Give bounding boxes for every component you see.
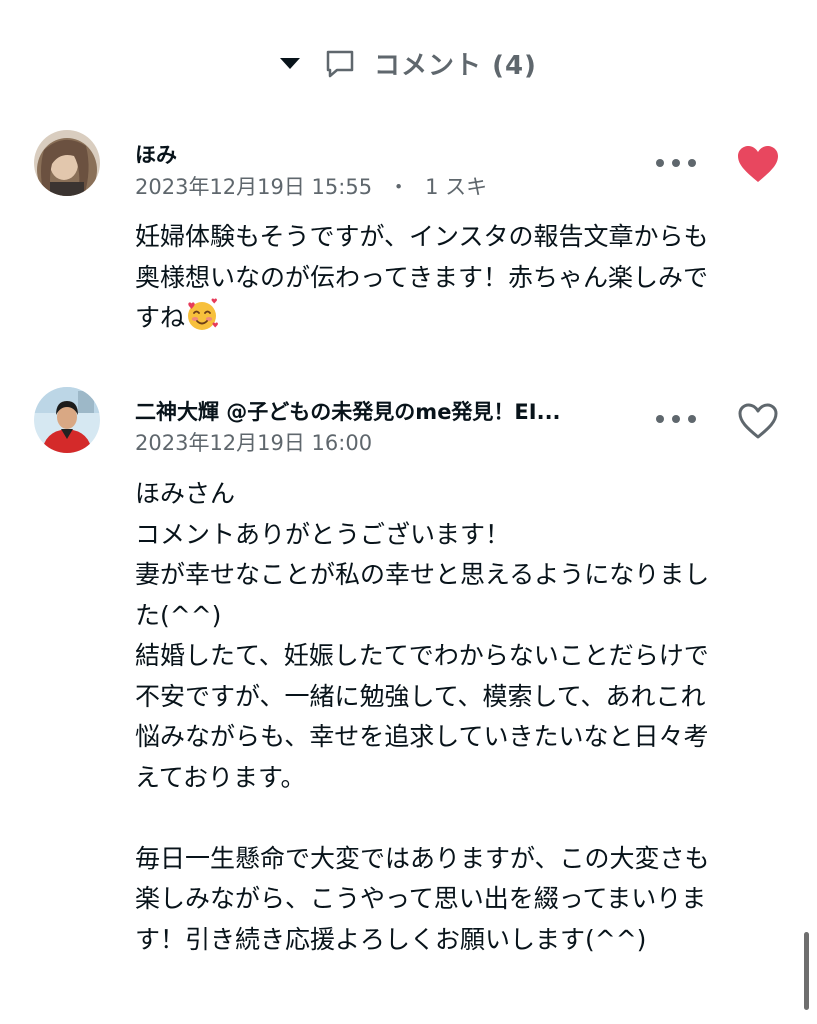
comment-line: た(^^) [135,600,222,630]
comment-line: 奥様想いなのが伝わってきます！赤ちゃん楽しみで [135,262,709,292]
comment-meta: 2023年12月19日 15:55 ・ 1 スキ [135,171,487,201]
comment-line-text: すね [135,303,186,332]
more-dots-icon [672,159,680,167]
comment-blank-line [135,798,775,839]
comment-body: ほみさん コメントありがとうございます！ 妻が幸せなことが私の幸せと思えるように… [135,474,775,960]
meta-separator: ・ [388,175,410,199]
emoji-smiling-hearts-icon [185,298,219,332]
comment-line: すね [135,298,775,339]
comment-line: す！引き続き応援よろしくお願いします(^^) [135,924,647,954]
comment-line: 毎日一生懸命で大変ではありますが、この大変さも [135,843,710,873]
comment-line: 妊婦体験もそうですが、インスタの報告文章からも [135,222,709,251]
comment-body: 妊婦体験もそうですが、インスタの報告文章からも 奥様想いなのが伝わってきます！赤… [135,217,775,339]
comment-line: えております。 [135,762,306,792]
comment-line: 悩みながらも、幸せを追求していきたいなと日々考 [135,722,709,751]
avatar[interactable] [34,387,100,453]
scrollbar[interactable] [804,932,809,1010]
like-count[interactable]: 1 スキ [425,175,487,199]
comments-title: コメント (4) [374,50,537,81]
comment-timestamp: 2023年12月19日 16:00 [135,431,373,455]
comment-line: コメントありがとうございます！ [135,519,511,549]
more-options-button[interactable] [656,153,696,173]
comments-header: コメント (4) [0,40,817,86]
more-dots-icon [656,415,664,423]
comment-line: 楽しみながら、こうやって思い出を綴ってまいりま [135,884,707,913]
more-dots-icon [688,159,696,167]
comment-timestamp: 2023年12月19日 15:55 [135,175,373,199]
like-button[interactable] [736,144,780,184]
comment-username[interactable]: 二神大輝 @子どもの未発見のme発見！EI... [135,396,561,426]
heart-outline-icon [738,403,778,439]
comment-bubble-icon [324,47,356,79]
more-dots-icon [656,159,664,167]
avatar[interactable] [34,130,100,196]
comment-line: 妻が幸せなことが私の幸せと思えるようになりまし [135,560,710,589]
comment-line: 結婚したて、妊娠したてでわからないことだらけで [135,641,709,670]
more-dots-icon [672,415,680,423]
comment-line: 不安ですが、一緒に勉強して、模索して、あれこれ [135,681,706,711]
more-dots-icon [688,415,696,423]
like-button[interactable] [736,401,780,441]
caret-down-icon[interactable] [280,57,301,69]
more-options-button[interactable] [656,409,696,429]
comment-meta: 2023年12月19日 16:00 [135,427,372,457]
comment-line: ほみさん [135,479,236,508]
comment-username[interactable]: ほみ [135,139,177,169]
heart-filled-icon [738,146,778,182]
